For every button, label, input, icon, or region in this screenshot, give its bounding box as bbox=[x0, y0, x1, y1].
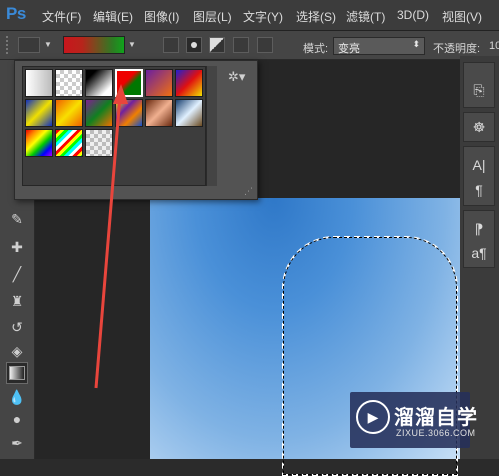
menu-type[interactable]: 文字(Y) bbox=[243, 8, 283, 25]
gradient-swatch[interactable] bbox=[85, 129, 113, 157]
menu-3d[interactable]: 3D(D) bbox=[397, 8, 429, 22]
dodge-icon[interactable]: ● bbox=[6, 408, 28, 430]
radial-icon bbox=[191, 42, 197, 48]
brush-icon[interactable]: ╱ bbox=[6, 263, 28, 285]
eyedropper-icon[interactable]: ✎ bbox=[6, 208, 28, 230]
pen-icon[interactable]: ✒ bbox=[6, 432, 28, 454]
diamond-gradient-button[interactable] bbox=[257, 37, 273, 53]
menu-edit[interactable]: 编辑(E) bbox=[93, 8, 133, 25]
mode-label: 模式: bbox=[303, 43, 329, 55]
watermark-title: 溜溜自学 bbox=[394, 407, 478, 429]
mode-select[interactable]: 变亮 ⬍ bbox=[333, 37, 425, 55]
paragraph-styles-icon[interactable]: ⁋ bbox=[466, 218, 492, 240]
character-styles-icon[interactable]: a¶ bbox=[466, 242, 492, 264]
gradient-swatch[interactable] bbox=[145, 99, 173, 127]
gradient-swatch[interactable] bbox=[55, 69, 83, 97]
history-icon[interactable]: ⎘ bbox=[466, 79, 492, 101]
gradient-editor-preview[interactable] bbox=[63, 36, 125, 54]
gradient-swatch[interactable] bbox=[175, 99, 203, 127]
clone-stamp-icon[interactable]: ♜ bbox=[6, 290, 28, 312]
gradient-tool-swatch bbox=[9, 366, 25, 380]
healing-brush-icon[interactable]: ✚ bbox=[6, 236, 28, 258]
resize-grip-icon[interactable]: ⋰ bbox=[244, 186, 253, 197]
mode-value: 变亮 bbox=[338, 43, 360, 55]
menu-filter[interactable]: 滤镜(T) bbox=[346, 8, 385, 25]
tool-preset-picker[interactable] bbox=[18, 37, 40, 53]
character-icon[interactable]: A| bbox=[466, 154, 492, 176]
gradient-swatch[interactable] bbox=[25, 99, 53, 127]
menu-select[interactable]: 选择(S) bbox=[296, 8, 336, 25]
radial-gradient-button[interactable] bbox=[186, 37, 202, 53]
menu-image[interactable]: 图像(I) bbox=[144, 8, 179, 25]
blur-icon[interactable]: 💧 bbox=[6, 386, 28, 408]
menu-layer[interactable]: 图层(L) bbox=[193, 8, 232, 25]
eraser-icon[interactable]: ◈ bbox=[6, 340, 28, 362]
gradient-swatch[interactable] bbox=[25, 69, 53, 97]
navigator-icon[interactable]: ☸ bbox=[466, 116, 492, 138]
watermark-subtitle: ZIXUE.3066.COM bbox=[396, 428, 476, 438]
updown-icon: ⬍ bbox=[412, 39, 420, 49]
gradient-icon[interactable] bbox=[6, 362, 28, 384]
gear-icon[interactable]: ✲▾ bbox=[228, 69, 245, 85]
linear-gradient-button[interactable] bbox=[163, 37, 179, 53]
chevron-down-icon: ▼ bbox=[44, 40, 52, 49]
gradient-swatch[interactable] bbox=[115, 99, 143, 127]
opacity-label: 不透明度: bbox=[433, 43, 481, 55]
menu-view[interactable]: 视图(V) bbox=[442, 8, 482, 25]
options-bar-grip bbox=[6, 36, 9, 54]
gradient-swatch[interactable] bbox=[85, 99, 113, 127]
gradient-picker-toggle[interactable]: ▼ bbox=[128, 40, 136, 49]
reflected-gradient-button[interactable] bbox=[233, 37, 249, 53]
menu-file[interactable]: 文件(F) bbox=[42, 8, 81, 25]
picker-scrollbar[interactable] bbox=[206, 66, 217, 186]
angle-gradient-button[interactable] bbox=[209, 37, 225, 53]
gradient-swatch[interactable] bbox=[55, 99, 83, 127]
gradient-swatch[interactable] bbox=[175, 69, 203, 97]
gradient-swatch-selected[interactable] bbox=[115, 69, 143, 97]
opacity-value[interactable]: 10 bbox=[489, 40, 499, 52]
gradient-swatch[interactable] bbox=[145, 69, 173, 97]
history-brush-icon[interactable]: ↺ bbox=[6, 316, 28, 338]
ps-logo: Ps bbox=[6, 4, 26, 23]
gradient-swatch-grid bbox=[22, 66, 206, 186]
paragraph-icon[interactable]: ¶ bbox=[466, 179, 492, 201]
gradient-swatch[interactable] bbox=[55, 129, 83, 157]
play-icon: ▶ bbox=[356, 400, 390, 434]
gradient-swatch[interactable] bbox=[25, 129, 53, 157]
gradient-swatch[interactable] bbox=[85, 69, 113, 97]
